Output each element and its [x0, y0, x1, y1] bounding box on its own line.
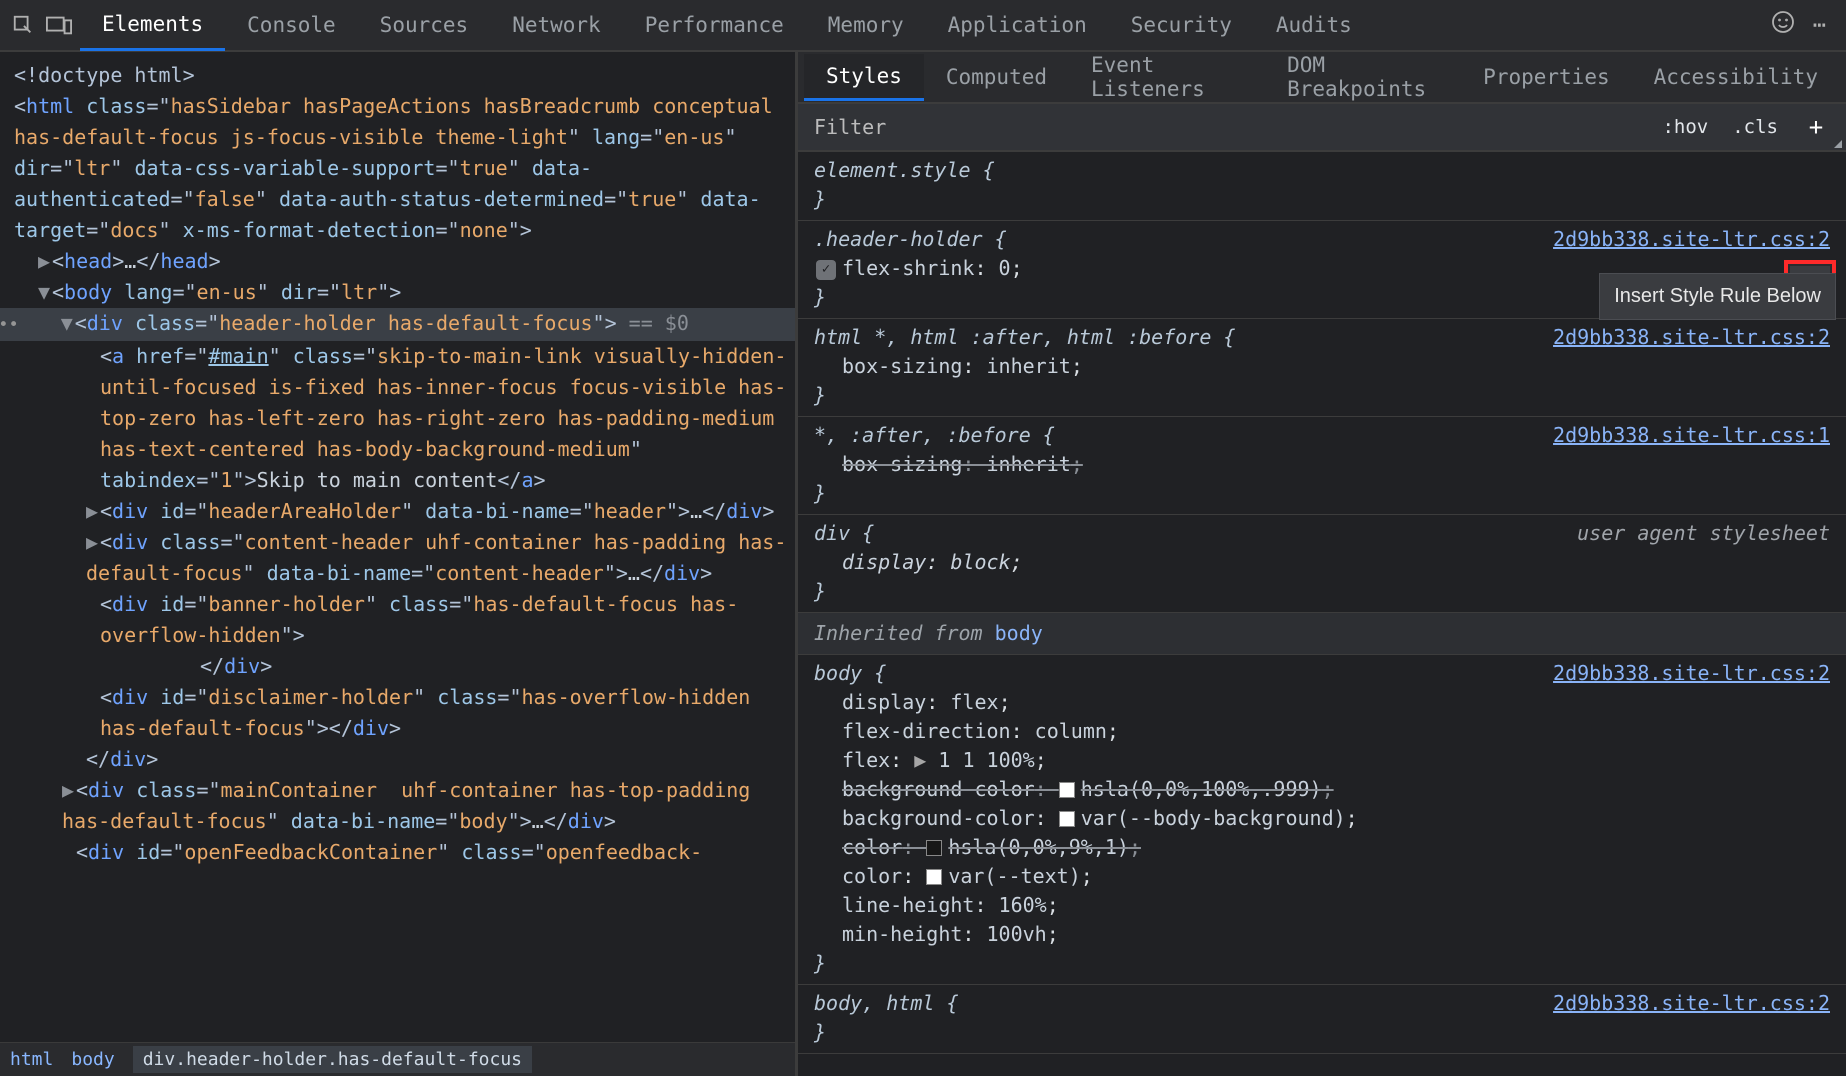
crumb-body[interactable]: body: [71, 1049, 114, 1070]
hov-toggle[interactable]: :hov: [1662, 116, 1708, 138]
devtools-tab-bar: ElementsConsoleSourcesNetworkPerformance…: [0, 0, 1846, 52]
banner-open-node[interactable]: <div id="banner-holder" class="has-defau…: [0, 589, 795, 651]
selected-node[interactable]: •••▼<div class="header-holder has-defaul…: [0, 308, 795, 341]
tab-network[interactable]: Network: [490, 1, 623, 49]
content-header-node[interactable]: ▶<div class="content-header uhf-containe…: [0, 527, 795, 589]
banner-close-node[interactable]: </div>: [0, 651, 795, 682]
tab-audits[interactable]: Audits: [1254, 1, 1374, 49]
tab-sources[interactable]: Sources: [358, 1, 491, 49]
elements-panel: <!doctype html> <html class="hasSidebar …: [0, 52, 795, 1076]
style-rule[interactable]: element.style {}: [798, 152, 1846, 221]
inspect-icon[interactable]: [8, 10, 38, 40]
rule-source-link[interactable]: 2d9bb338.site-ltr.css:2: [1553, 323, 1830, 352]
disclaimer-node[interactable]: <div id="disclaimer-holder" class="has-o…: [0, 682, 795, 744]
feedback-icon[interactable]: [1771, 10, 1795, 40]
style-property[interactable]: color: var(--text);: [814, 862, 1830, 891]
style-rule[interactable]: 2d9bb338.site-ltr.css:2body {display: fl…: [798, 655, 1846, 985]
tab-memory[interactable]: Memory: [806, 1, 926, 49]
a-node[interactable]: <a href="#main" class="skip-to-main-link…: [0, 341, 795, 496]
rule-source-link[interactable]: 2d9bb338.site-ltr.css:2: [1553, 989, 1830, 1018]
device-toolbar-icon[interactable]: [44, 10, 74, 40]
tab-elements[interactable]: Elements: [80, 0, 225, 51]
rule-source-link[interactable]: 2d9bb338.site-ltr.css:2: [1553, 225, 1830, 254]
header-area-node[interactable]: ▶<div id="headerAreaHolder" data-bi-name…: [0, 496, 795, 527]
inherited-from-bar: Inherited from body: [798, 613, 1846, 655]
subtab-computed[interactable]: Computed: [924, 55, 1069, 99]
html-open[interactable]: <html class="hasSidebar hasPageActions h…: [0, 91, 795, 246]
style-property[interactable]: color: hsla(0,0%,9%,1);: [814, 833, 1830, 862]
subtab-properties[interactable]: Properties: [1461, 55, 1631, 99]
style-rule[interactable]: 2d9bb338.site-ltr.css:2.header-holder {✓…: [798, 221, 1846, 319]
style-property[interactable]: box-sizing: inherit;: [814, 450, 1830, 479]
rule-source-link[interactable]: 2d9bb338.site-ltr.css:2: [1553, 659, 1830, 688]
styles-panel: StylesComputedEvent ListenersDOM Breakpo…: [795, 52, 1846, 1076]
cls-toggle[interactable]: .cls: [1732, 116, 1778, 138]
main-container-node[interactable]: ▶<div class="mainContainer uhf-container…: [0, 775, 795, 837]
crumb-html[interactable]: html: [10, 1049, 53, 1070]
subtab-accessibility[interactable]: Accessibility: [1632, 55, 1840, 99]
more-menu-icon[interactable]: ⋯: [1813, 13, 1826, 38]
body-open[interactable]: ▼<body lang="en-us" dir="ltr">: [0, 277, 795, 308]
crumb-selected[interactable]: div.header-holder.has-default-focus: [133, 1046, 532, 1073]
style-rule[interactable]: 2d9bb338.site-ltr.css:1*, :after, :befor…: [798, 417, 1846, 515]
styles-filter-input[interactable]: [814, 115, 1662, 139]
breadcrumb-bar: html body div.header-holder.has-default-…: [0, 1042, 795, 1076]
styles-filter-row: :hov .cls +: [798, 104, 1846, 152]
style-property[interactable]: background-color: var(--body-background)…: [814, 804, 1830, 833]
rule-selector[interactable]: element.style {: [814, 156, 1830, 185]
style-rule[interactable]: 2d9bb338.site-ltr.css:2html *, html :aft…: [798, 319, 1846, 417]
rule-source-link[interactable]: 2d9bb338.site-ltr.css:1: [1553, 421, 1830, 450]
styles-tab-bar: StylesComputedEvent ListenersDOM Breakpo…: [798, 52, 1846, 104]
feedback-node[interactable]: <div id="openFeedbackContainer" class="o…: [0, 837, 795, 868]
style-property[interactable]: flex-direction: column;: [814, 717, 1830, 746]
tab-security[interactable]: Security: [1109, 1, 1254, 49]
insert-rule-tooltip: Insert Style Rule Below: [1599, 273, 1836, 320]
style-rule[interactable]: 2d9bb338.site-ltr.css:2body, html {}: [798, 985, 1846, 1054]
resize-corner-icon: [1834, 140, 1842, 148]
rule-source-link: user agent stylesheet: [1577, 519, 1830, 548]
style-property[interactable]: min-height: 100vh;: [814, 920, 1830, 949]
style-rules: element.style {}2d9bb338.site-ltr.css:2.…: [798, 152, 1846, 1076]
subtab-event-listeners[interactable]: Event Listeners: [1069, 43, 1265, 111]
style-property[interactable]: flex: ▶ 1 1 100%;: [814, 746, 1830, 775]
main-split: <!doctype html> <html class="hasSidebar …: [0, 52, 1846, 1076]
style-property[interactable]: display: block;: [814, 548, 1830, 577]
subtab-styles[interactable]: Styles: [804, 54, 924, 101]
doctype-node[interactable]: <!doctype html>: [14, 63, 195, 87]
style-property[interactable]: background-color: hsla(0,0%,100%,.999);: [814, 775, 1830, 804]
subtab-dom-breakpoints[interactable]: DOM Breakpoints: [1265, 43, 1461, 111]
prop-checkbox[interactable]: ✓: [816, 260, 836, 280]
tab-application[interactable]: Application: [926, 1, 1109, 49]
style-property[interactable]: box-sizing: inherit;: [814, 352, 1830, 381]
tab-performance[interactable]: Performance: [623, 1, 806, 49]
new-rule-icon[interactable]: +: [1802, 113, 1830, 141]
dom-tree[interactable]: <!doctype html> <html class="hasSidebar …: [0, 52, 795, 1042]
div-close-1[interactable]: </div>: [0, 744, 795, 775]
style-property[interactable]: display: flex;: [814, 688, 1830, 717]
head-node[interactable]: ▶<head>…</head>: [0, 246, 795, 277]
style-rule[interactable]: user agent stylesheetdiv {display: block…: [798, 515, 1846, 613]
style-property[interactable]: line-height: 160%;: [814, 891, 1830, 920]
tab-console[interactable]: Console: [225, 1, 358, 49]
